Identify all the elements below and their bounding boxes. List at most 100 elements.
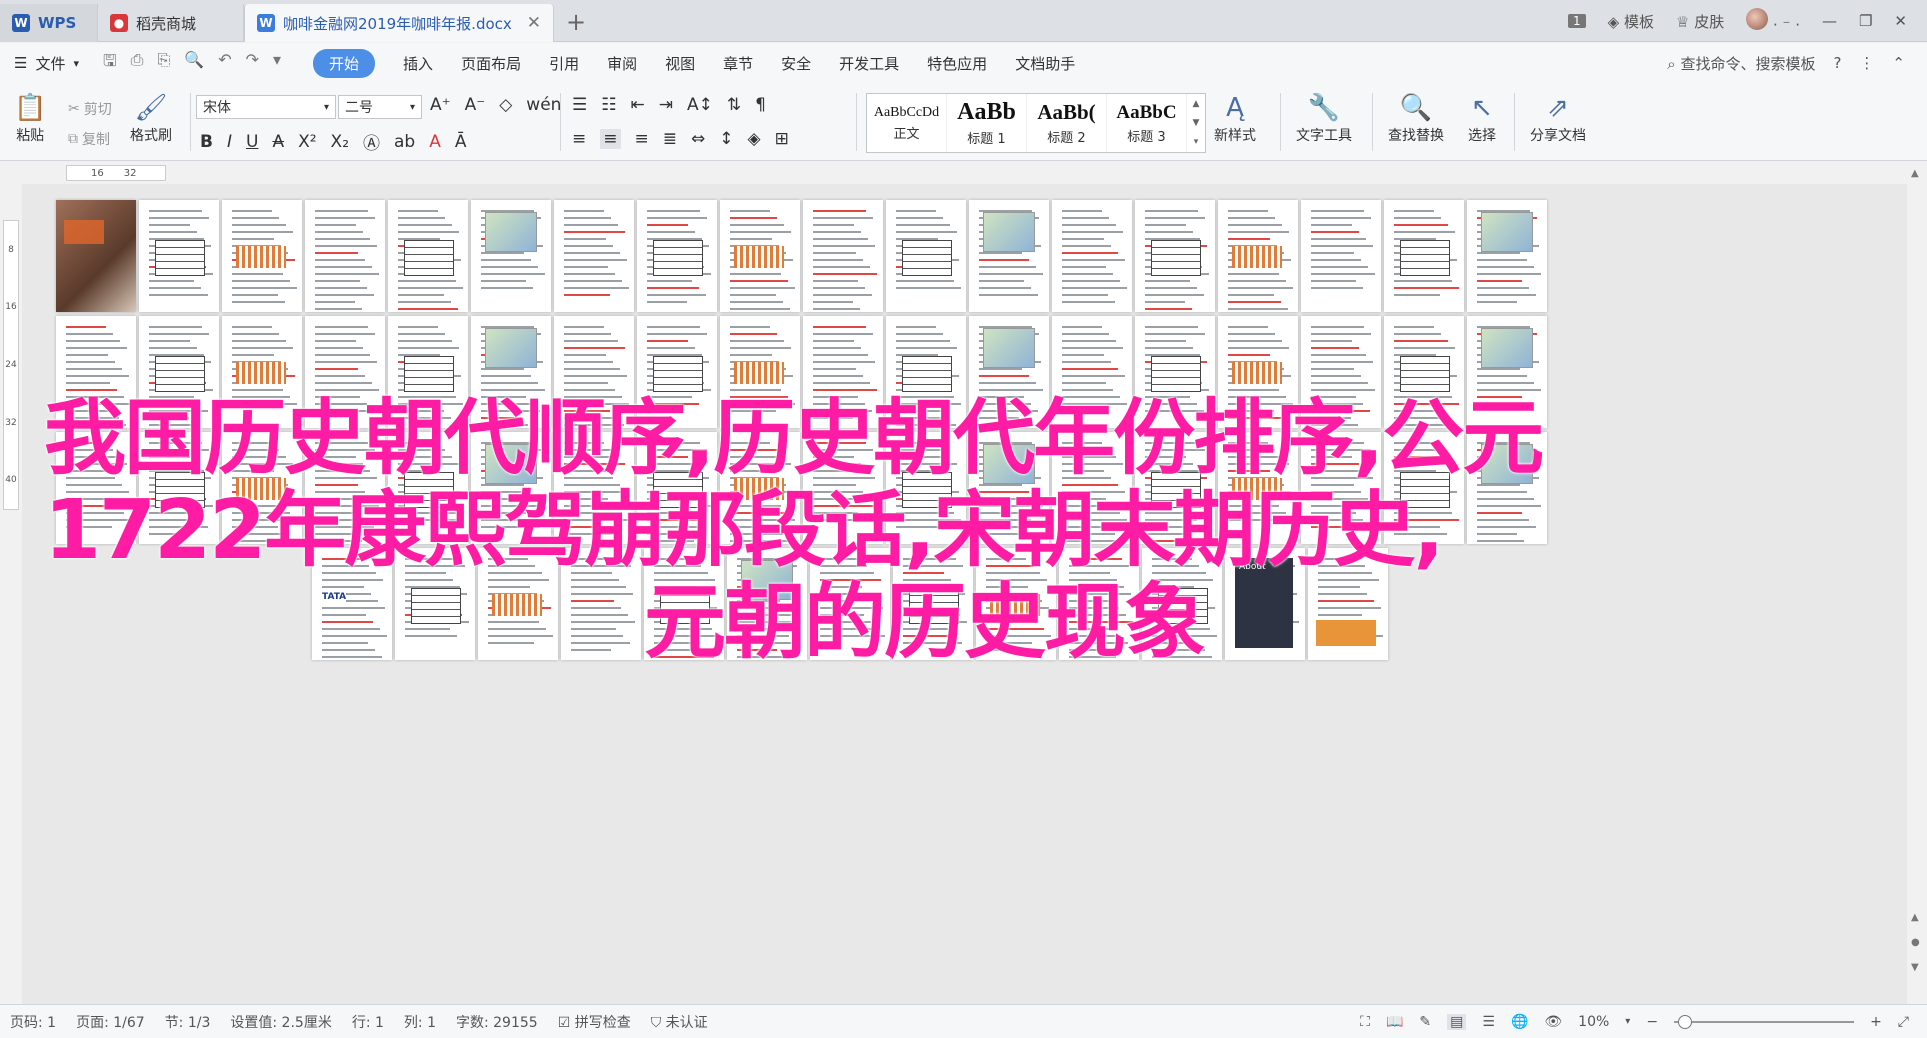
page-thumbnail[interactable] xyxy=(1384,316,1464,428)
page-thumbnail[interactable] xyxy=(222,432,302,544)
select-button[interactable]: ↖ 选择 xyxy=(1468,91,1496,145)
subscript-icon[interactable]: X₂ xyxy=(331,132,349,152)
page-thumbnail[interactable]: About xyxy=(1225,548,1305,660)
save-icon[interactable]: 🖫 xyxy=(103,50,117,77)
print-preview-icon[interactable]: 🔍 xyxy=(184,50,204,77)
status-word-count[interactable]: 字数: 29155 xyxy=(446,1012,548,1032)
shading-icon[interactable]: ◈ xyxy=(748,129,761,149)
page-thumbnail[interactable] xyxy=(139,316,219,428)
format-painter-button[interactable]: 🖌 格式刷 xyxy=(130,91,172,145)
italic-icon[interactable]: I xyxy=(227,132,232,152)
fit-page-icon[interactable]: ⤢ xyxy=(1898,1014,1909,1030)
find-replace-button[interactable]: 🔍 查找替换 xyxy=(1388,91,1444,145)
edit-mode-icon[interactable]: ✎ xyxy=(1419,1014,1431,1030)
customize-chevron-icon[interactable]: ▾ xyxy=(273,50,281,77)
page-thumbnail[interactable] xyxy=(305,316,385,428)
page-thumbnail[interactable] xyxy=(1467,432,1547,544)
style-heading-3[interactable]: AaBbC 标题 3 xyxy=(1107,94,1187,152)
style-heading-2[interactable]: AaBb( 标题 2 xyxy=(1027,94,1107,152)
page-thumbnail[interactable] xyxy=(478,548,558,660)
page-thumbnail[interactable] xyxy=(56,200,136,312)
status-section[interactable]: 节: 1/3 xyxy=(155,1012,221,1032)
font-size-select[interactable]: 二号 ▾ xyxy=(338,95,422,119)
align-right-icon[interactable]: ≡ xyxy=(635,129,649,149)
zoom-in-icon[interactable]: + xyxy=(1870,1014,1882,1030)
bullet-list-icon[interactable]: ☰ xyxy=(572,95,587,115)
page-thumbnail[interactable] xyxy=(637,432,717,544)
page-thumbnail[interactable] xyxy=(561,548,641,660)
menu-home[interactable]: 开始 xyxy=(313,48,376,78)
page-thumbnail[interactable] xyxy=(305,200,385,312)
menu-insert[interactable]: 插入 xyxy=(403,53,433,74)
style-heading-1[interactable]: AaBb 标题 1 xyxy=(947,94,1027,152)
page-thumbnail[interactable] xyxy=(1467,200,1547,312)
more-icon[interactable]: ⋮ xyxy=(1859,54,1874,72)
zoom-chevron-icon[interactable]: ▾ xyxy=(1625,1016,1630,1027)
redo-icon[interactable]: ↷ xyxy=(246,50,259,77)
page-thumbnail[interactable] xyxy=(720,432,800,544)
page-thumbnail[interactable] xyxy=(222,316,302,428)
scroll-up-icon[interactable]: ▲ xyxy=(1911,168,1919,179)
menu-review[interactable]: 审阅 xyxy=(607,53,637,74)
document-canvas[interactable]: TATA About xyxy=(22,184,1907,1004)
menu-page-layout[interactable]: 页面布局 xyxy=(461,53,521,74)
certification-status[interactable]: ⛉ 未认证 xyxy=(641,1012,718,1032)
page-thumbnail[interactable] xyxy=(969,200,1049,312)
page-thumbnail[interactable] xyxy=(1135,316,1215,428)
page-thumbnail[interactable] xyxy=(637,200,717,312)
align-left-icon[interactable]: ≡ xyxy=(572,129,586,149)
page-thumbnail[interactable] xyxy=(1135,200,1215,312)
page-thumbnail[interactable] xyxy=(727,548,807,660)
menu-chapter[interactable]: 章节 xyxy=(723,53,753,74)
vertical-scrollbar[interactable]: ▲ ▲ ● ▼ xyxy=(1907,162,1927,1004)
new-tab-button[interactable]: + xyxy=(566,8,586,36)
page-thumbnail[interactable] xyxy=(56,316,136,428)
page-thumbnail[interactable] xyxy=(720,200,800,312)
page-thumbnail[interactable] xyxy=(720,316,800,428)
page-thumbnail[interactable] xyxy=(471,200,551,312)
close-tab-icon[interactable]: ✕ xyxy=(527,13,541,33)
window-count-badge[interactable]: 1 xyxy=(1568,14,1586,28)
minimize-icon[interactable]: — xyxy=(1822,12,1837,30)
page-thumbnail[interactable] xyxy=(1301,200,1381,312)
page-thumbnail[interactable] xyxy=(1384,200,1464,312)
close-window-icon[interactable]: ✕ xyxy=(1894,12,1907,30)
page-thumbnail[interactable] xyxy=(1052,432,1132,544)
page-thumbnail[interactable] xyxy=(1059,548,1139,660)
page-thumbnail[interactable] xyxy=(976,548,1056,660)
page-thumbnail[interactable] xyxy=(1142,548,1222,660)
bold-icon[interactable]: B xyxy=(200,132,213,152)
page-thumbnail[interactable] xyxy=(1218,316,1298,428)
page-thumbnail[interactable] xyxy=(969,316,1049,428)
text-tools-button[interactable]: 🔧 文字工具 xyxy=(1296,91,1352,145)
styles-scroll[interactable]: ▲ ▼ ▾ xyxy=(1187,94,1205,152)
page-thumbnail[interactable] xyxy=(1052,200,1132,312)
command-search[interactable]: ⌕ 查找命令、搜索模板 xyxy=(1667,53,1815,74)
template-button[interactable]: ◈ 模板 xyxy=(1608,11,1654,32)
print-icon[interactable]: ⎘ xyxy=(157,50,170,77)
page-thumbnail[interactable] xyxy=(554,316,634,428)
page-thumbnail[interactable] xyxy=(1218,200,1298,312)
font-color-icon[interactable]: A xyxy=(429,132,441,152)
help-icon[interactable]: ? xyxy=(1833,54,1841,72)
page-thumbnail[interactable] xyxy=(139,200,219,312)
page-thumbnail[interactable] xyxy=(1467,316,1547,428)
tab-wps-home[interactable]: W WPS xyxy=(0,4,98,42)
page-thumbnail[interactable] xyxy=(388,200,468,312)
outline-view-icon[interactable]: ☰ xyxy=(1482,1014,1495,1030)
shrink-font-icon[interactable]: A⁻ xyxy=(465,95,486,115)
page-thumbnail[interactable] xyxy=(222,200,302,312)
page-thumbnail[interactable] xyxy=(554,200,634,312)
user-menu[interactable]: · ⁻ · xyxy=(1746,8,1800,34)
skin-button[interactable]: ♕ 皮肤 xyxy=(1676,11,1724,32)
justify-icon[interactable]: ≣ xyxy=(663,129,677,149)
page-thumbnail[interactable] xyxy=(1135,432,1215,544)
new-style-button[interactable]: Ą 新样式 xyxy=(1214,91,1256,145)
grow-font-icon[interactable]: A⁺ xyxy=(430,95,451,115)
sort-icon[interactable]: ⇅ xyxy=(727,95,741,115)
page-thumbnail[interactable] xyxy=(969,432,1049,544)
increase-indent-icon[interactable]: ⇥ xyxy=(659,95,673,115)
page-thumbnail[interactable] xyxy=(56,432,136,544)
tab-docer-store[interactable]: ● 稻壳商城 xyxy=(98,4,244,42)
page-thumbnail[interactable] xyxy=(637,316,717,428)
